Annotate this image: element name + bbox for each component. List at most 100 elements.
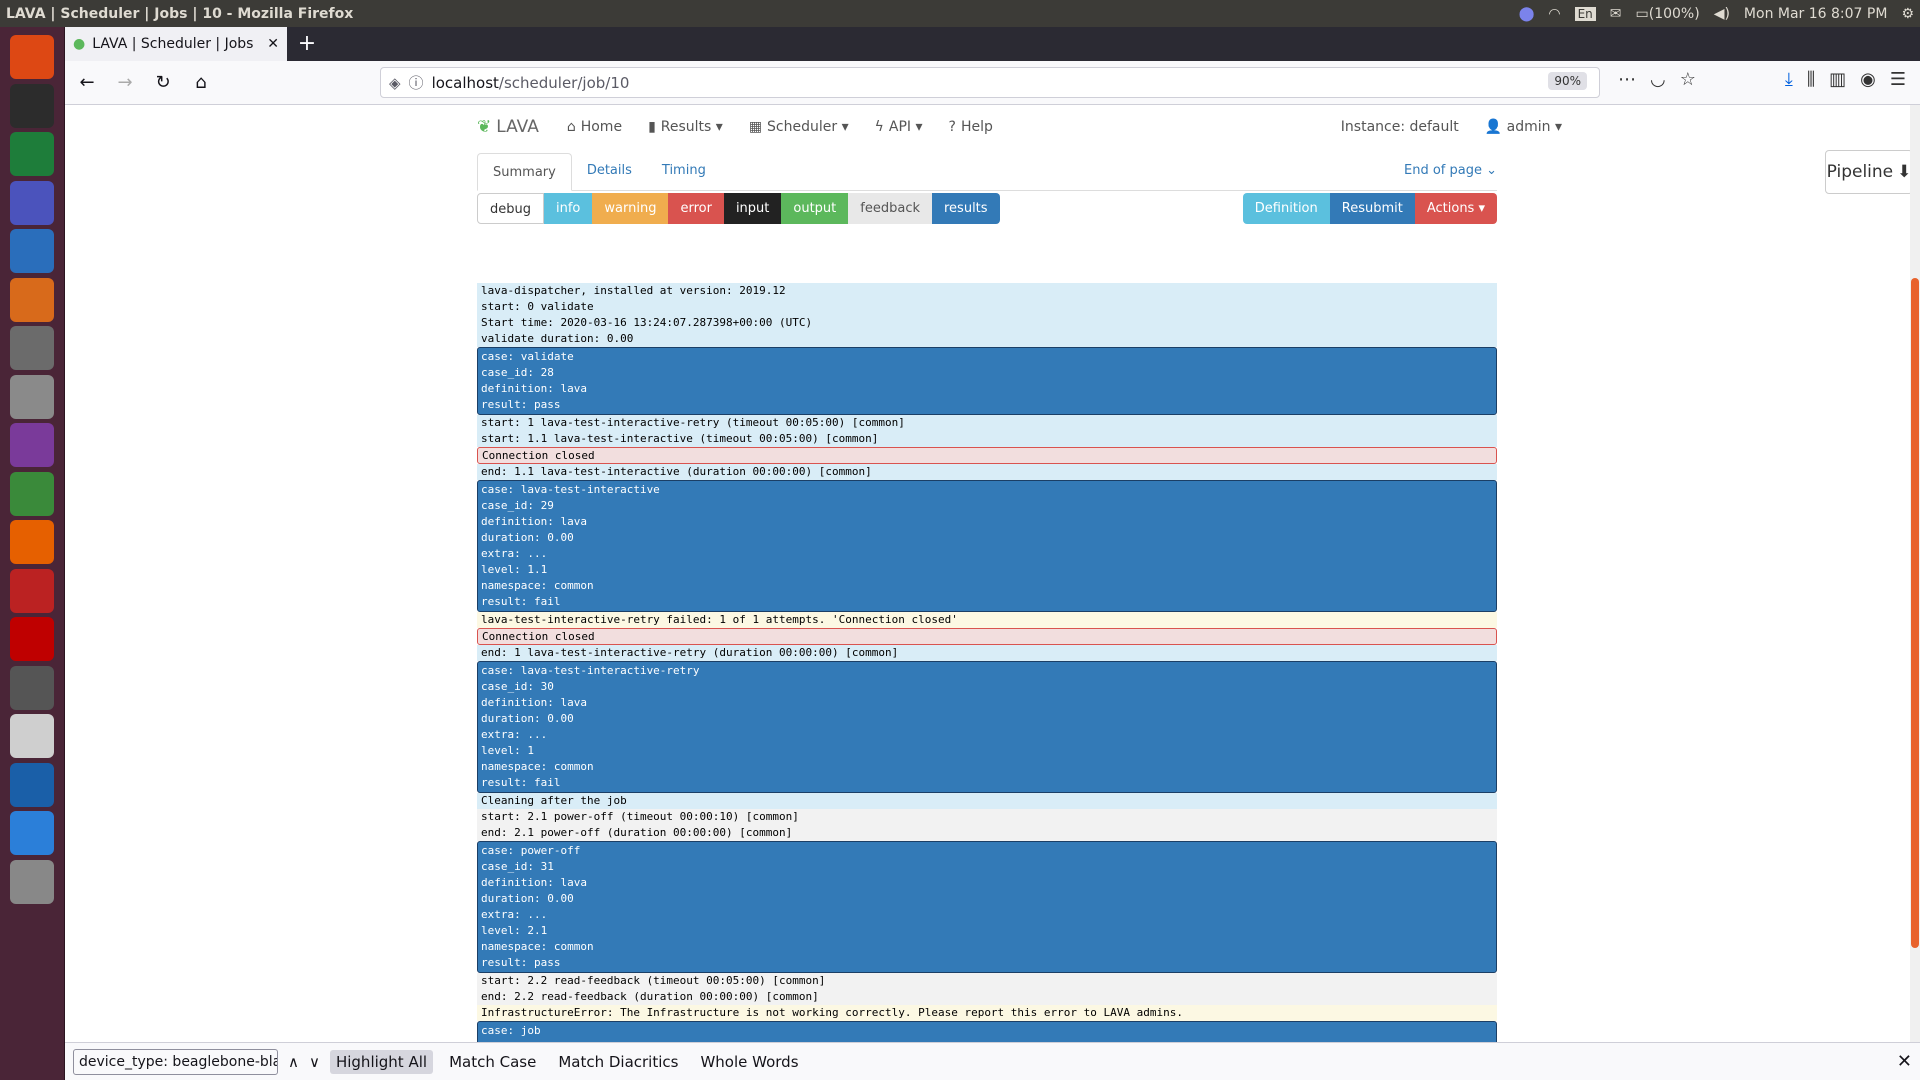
wifi-icon[interactable]: ◠: [1548, 6, 1560, 22]
teams-tray-icon[interactable]: ⬤: [1519, 6, 1535, 22]
impress-icon[interactable]: [10, 277, 54, 322]
highlight-all-button[interactable]: Highlight All: [329, 1049, 434, 1074]
result-line: result: pass: [481, 398, 561, 411]
result-line: definition: lava: [481, 696, 587, 709]
user-menu[interactable]: 👤 admin ▾: [1485, 119, 1562, 135]
mail-icon[interactable]: [10, 714, 54, 758]
log-line: start: 2.1 power-off (timeout 00:00:10) …: [477, 809, 1497, 825]
sidebar-icon[interactable]: ▥: [1829, 69, 1846, 90]
disk-icon[interactable]: [10, 374, 54, 419]
bookmark-star-icon[interactable]: ☆: [1680, 69, 1696, 90]
zoom-level[interactable]: 90%: [1548, 72, 1587, 90]
definition-button[interactable]: Definition: [1242, 193, 1330, 224]
editor-icon[interactable]: [10, 665, 54, 710]
clock[interactable]: Mon Mar 16 8:07 PM: [1744, 6, 1888, 22]
account-icon[interactable]: ◉: [1860, 69, 1876, 90]
info-icon[interactable]: ⓘ: [409, 72, 424, 93]
tab-summary[interactable]: Summary: [477, 153, 572, 191]
pipeline-button[interactable]: Pipeline ⬇: [1825, 150, 1913, 194]
library-icon[interactable]: ⫼: [1807, 69, 1815, 90]
home-button[interactable]: ⌂: [187, 69, 215, 97]
back-button[interactable]: ←: [73, 69, 101, 97]
url-bar[interactable]: ◈ ⓘ localhost/scheduler/job/10 90%: [380, 67, 1600, 98]
tab-timing[interactable]: Timing: [647, 152, 721, 190]
close-tab-icon[interactable]: ✕: [267, 36, 279, 52]
terminal-icon[interactable]: [10, 83, 54, 128]
scrollbar[interactable]: [1910, 105, 1920, 1042]
find-next-button[interactable]: ∨: [309, 1053, 320, 1071]
ubuntu-icon[interactable]: [10, 35, 54, 79]
match-case-button[interactable]: Match Case: [443, 1050, 542, 1074]
tab-details[interactable]: Details: [572, 152, 647, 190]
sevenzip-icon[interactable]: [10, 811, 54, 855]
find-input[interactable]: device_type: beaglebone-bla: [73, 1048, 278, 1075]
firefox-icon[interactable]: [10, 520, 54, 564]
end-of-page-link[interactable]: End of page ⌄: [1404, 152, 1497, 190]
usb-icon[interactable]: [10, 423, 54, 467]
log-line: end: 2.1 power-off (duration 00:00:00) […: [477, 825, 1497, 841]
new-tab-button[interactable]: +: [287, 27, 327, 61]
lava-logo-icon: ❦: [477, 117, 492, 137]
nqq-icon[interactable]: [10, 471, 54, 516]
log-line: start: 1 lava-test-interactive-retry (ti…: [477, 415, 1497, 431]
filezilla-icon[interactable]: [10, 617, 54, 661]
language-indicator[interactable]: En: [1574, 6, 1596, 21]
nav-api[interactable]: ϟ API ▾: [875, 119, 923, 135]
result-block: case: lava-test-interactive-retry case_id…: [477, 661, 1497, 793]
writer-icon[interactable]: [10, 229, 54, 273]
log-line: Connection closed: [477, 447, 1497, 464]
whole-words-button[interactable]: Whole Words: [694, 1050, 804, 1074]
trash-icon[interactable]: [10, 859, 54, 904]
result-line: case: power-off: [481, 844, 581, 857]
lava-brand[interactable]: ❦ LAVA: [477, 117, 539, 137]
files-icon[interactable]: [10, 326, 54, 370]
filter-warning-button[interactable]: warning: [592, 193, 669, 224]
settings-gear-icon[interactable]: ⚙: [1901, 6, 1914, 22]
battery-status[interactable]: ▭(100%): [1636, 6, 1700, 22]
result-line: duration: 0.00: [481, 531, 574, 544]
log-line: InfrastructureError: The Infrastructure …: [477, 1005, 1497, 1021]
close-find-bar-icon[interactable]: ✕: [1897, 1051, 1912, 1072]
teams-icon[interactable]: [10, 180, 54, 225]
resubmit-button[interactable]: Resubmit: [1329, 193, 1415, 224]
spreadsheet-icon[interactable]: [10, 132, 54, 176]
downloads-icon[interactable]: ⤓: [1785, 69, 1793, 90]
nav-scheduler[interactable]: ▦ Scheduler ▾: [749, 119, 849, 135]
job-log: lava-dispatcher, installed at version: 2…: [477, 283, 1497, 1042]
filter-results-button[interactable]: results: [932, 193, 1000, 224]
scrollbar-thumb[interactable]: [1911, 278, 1919, 948]
nav-home[interactable]: ⌂ Home: [567, 119, 622, 135]
filter-output-button[interactable]: output: [781, 193, 849, 224]
filter-input-button[interactable]: input: [723, 193, 782, 224]
reload-button[interactable]: ↻: [149, 69, 177, 97]
result-line: level: 1.1: [481, 563, 548, 576]
log-line: start: 2.2 read-feedback (timeout 00:05:…: [477, 973, 1497, 989]
home-icon: ⌂: [566, 119, 576, 135]
pipeline-label: Pipeline: [1826, 162, 1894, 182]
filter-info-button[interactable]: info: [544, 193, 593, 224]
pocket-icon[interactable]: ◡: [1650, 69, 1666, 90]
result-line: level: 1: [481, 744, 534, 757]
forward-button[interactable]: →: [111, 69, 139, 97]
find-previous-button[interactable]: ∧: [288, 1053, 299, 1071]
shield-icon[interactable]: ◈: [389, 74, 401, 92]
volume-icon[interactable]: ◀): [1714, 6, 1730, 22]
match-diacritics-button[interactable]: Match Diacritics: [552, 1050, 684, 1074]
nav-help[interactable]: ? Help: [949, 119, 993, 135]
result-block: case: validate case_id: 28 definition: lav…: [477, 347, 1497, 415]
virtualbox-icon[interactable]: [10, 762, 54, 807]
filter-feedback-button[interactable]: feedback: [848, 193, 932, 224]
filter-error-button[interactable]: error: [668, 193, 724, 224]
result-line: case_id: 28: [481, 366, 554, 379]
result-line: case_id: 29: [481, 499, 554, 512]
filter-debug-button[interactable]: debug: [477, 193, 544, 224]
mail-tray-icon[interactable]: ✉: [1610, 6, 1622, 22]
nav-results[interactable]: ▮ Results ▾: [648, 119, 723, 135]
log-line: Connection closed: [477, 628, 1497, 645]
browser-tab[interactable]: ● LAVA | Scheduler | Jobs ✕: [65, 27, 287, 61]
menu-icon[interactable]: ☰: [1890, 69, 1906, 90]
pdf-icon[interactable]: [10, 568, 54, 613]
bar-chart-icon: ▮: [648, 119, 656, 135]
page-actions-icon[interactable]: ⋯: [1618, 69, 1636, 90]
actions-button[interactable]: Actions ▾: [1414, 193, 1497, 224]
